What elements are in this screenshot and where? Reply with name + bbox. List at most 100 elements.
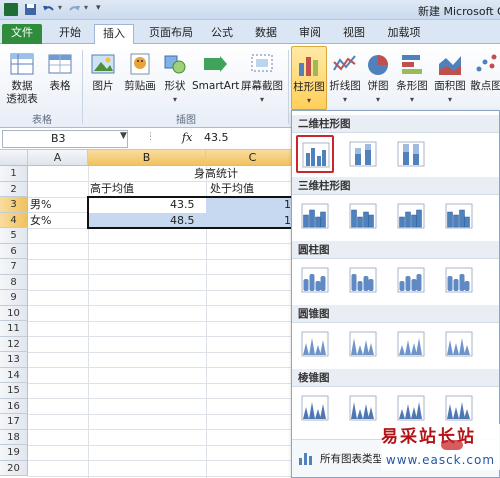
tab-review[interactable]: 审阅: [292, 24, 328, 44]
column-header-c[interactable]: C: [206, 150, 300, 166]
row-header[interactable]: 18: [0, 429, 28, 445]
cone-option-4[interactable]: [440, 325, 478, 363]
pyramid-option-3[interactable]: [392, 389, 430, 427]
gridline: [28, 243, 300, 244]
row-header[interactable]: 6: [0, 243, 28, 259]
tab-home[interactable]: 开始: [52, 24, 88, 44]
gridline: [28, 258, 300, 260]
gridline: [28, 475, 300, 477]
table-label: 表格: [49, 80, 71, 92]
screenshot-label: 屏幕截图: [241, 80, 283, 92]
gridline: [28, 367, 300, 368]
pie-chart-label: 饼图: [367, 80, 389, 92]
line-chart-button[interactable]: 折线图 ▾: [328, 50, 362, 106]
tab-view[interactable]: 视图: [336, 24, 372, 44]
stacked-column-2d-option[interactable]: [344, 135, 382, 173]
cone-option-2[interactable]: [344, 325, 382, 363]
watermark-url: www.easck.com: [381, 450, 500, 470]
row-header[interactable]: 3: [0, 197, 28, 213]
pie-chart-button[interactable]: 饼图 ▾: [364, 50, 392, 106]
column-header-b[interactable]: B: [88, 150, 206, 166]
shapes-dropdown-icon: ▾: [172, 95, 177, 104]
picture-button[interactable]: 图片: [86, 50, 120, 93]
cone-option-3[interactable]: [392, 325, 430, 363]
row-header[interactable]: 14: [0, 367, 28, 383]
row-header[interactable]: 8: [0, 274, 28, 290]
name-box-dropdown-icon[interactable]: ▼: [120, 131, 127, 141]
row-header[interactable]: 2: [0, 181, 28, 197]
save-icon[interactable]: [24, 3, 38, 16]
cell-title: 身高统计: [194, 167, 238, 180]
3d-column-option-1[interactable]: [296, 197, 334, 235]
line-chart-dropdown-icon: ▾: [342, 95, 347, 104]
row-header[interactable]: 10: [0, 305, 28, 321]
cell-b2: 高于均值: [90, 182, 134, 195]
cylinder-option-1[interactable]: [296, 261, 334, 299]
cone-option-1[interactable]: [296, 325, 334, 363]
pyramid-option-2[interactable]: [344, 389, 382, 427]
formula-input[interactable]: 43.5: [204, 131, 229, 144]
tab-data[interactable]: 数据: [248, 24, 284, 44]
row-header[interactable]: 13: [0, 352, 28, 368]
area-chart-button[interactable]: 面积图 ▾: [432, 50, 468, 106]
bar-chart-button[interactable]: 条形图 ▾: [394, 50, 430, 106]
3d-column-option-2[interactable]: [344, 197, 382, 235]
tab-file[interactable]: 文件: [2, 24, 42, 44]
row-header[interactable]: 11: [0, 321, 28, 337]
tab-formulas[interactable]: 公式: [204, 24, 240, 44]
window-title: 新建 Microsoft O: [418, 5, 500, 18]
row-header[interactable]: 5: [0, 228, 28, 244]
3d-column-option-4[interactable]: [440, 197, 478, 235]
screenshot-icon: [248, 50, 276, 78]
column-chart-button[interactable]: 柱形图 ▾: [291, 46, 327, 110]
clustered-column-2d-option[interactable]: [296, 135, 334, 173]
smartart-label: SmartArt: [192, 80, 240, 92]
gridline: [28, 289, 300, 291]
group-separator: [288, 50, 289, 124]
redo-icon[interactable]: [68, 3, 82, 16]
pyramid-option-4[interactable]: [440, 389, 478, 427]
row-header[interactable]: 12: [0, 336, 28, 352]
row-header[interactable]: 7: [0, 259, 28, 275]
clipart-button[interactable]: 剪贴画: [122, 50, 158, 93]
smartart-button[interactable]: SmartArt: [192, 50, 240, 93]
undo-icon[interactable]: [42, 3, 56, 16]
row-header[interactable]: 17: [0, 414, 28, 430]
tab-addins[interactable]: 加载项: [380, 24, 428, 44]
screenshot-dropdown-icon: ▾: [259, 95, 264, 104]
name-box[interactable]: B3: [2, 130, 128, 148]
spreadsheet-grid[interactable]: A B C 1 2 3 4 5 6 7 8 9 10 11 12 13 14 15 16 17 18 19 20 身高…: [0, 150, 300, 478]
screenshot-button[interactable]: 屏幕截图 ▾: [240, 50, 284, 106]
row-header[interactable]: 19: [0, 445, 28, 461]
row-header[interactable]: 15: [0, 383, 28, 399]
cylinder-option-4[interactable]: [440, 261, 478, 299]
formula-bar-dots-icon: ⋮: [146, 132, 155, 142]
area-chart-label: 面积图: [434, 80, 466, 92]
tab-insert[interactable]: 插入: [94, 24, 134, 44]
gridline: [28, 413, 300, 415]
pivot-table-button[interactable]: 数据 透视表: [4, 50, 40, 106]
column-header-a[interactable]: A: [28, 150, 88, 166]
select-all-corner[interactable]: [0, 150, 28, 166]
row-header[interactable]: 16: [0, 398, 28, 414]
shapes-icon: [161, 50, 189, 78]
shapes-button[interactable]: 形状 ▾: [160, 50, 190, 106]
pyramid-option-1[interactable]: [296, 389, 334, 427]
cylinder-option-3[interactable]: [392, 261, 430, 299]
cylinder-option-2[interactable]: [344, 261, 382, 299]
insert-function-icon[interactable]: fx: [182, 131, 192, 144]
customize-qat-icon[interactable]: ▾: [96, 3, 110, 16]
tab-page-layout[interactable]: 页面布局: [142, 24, 200, 44]
row-header[interactable]: 20: [0, 460, 28, 476]
row-header[interactable]: 9: [0, 290, 28, 306]
row-header[interactable]: 1: [0, 166, 28, 182]
scatter-chart-button[interactable]: 散点图: [468, 50, 500, 93]
3d-column-option-3[interactable]: [392, 197, 430, 235]
table-button[interactable]: 表格: [44, 50, 76, 93]
name-box-value: B3: [51, 132, 66, 145]
row-header[interactable]: 4: [0, 212, 28, 228]
percent-stacked-column-2d-option[interactable]: [392, 135, 430, 173]
column-chart-icon: [295, 51, 323, 79]
excel-logo-icon: [4, 3, 18, 16]
cell-b3: 43.5: [170, 198, 195, 211]
